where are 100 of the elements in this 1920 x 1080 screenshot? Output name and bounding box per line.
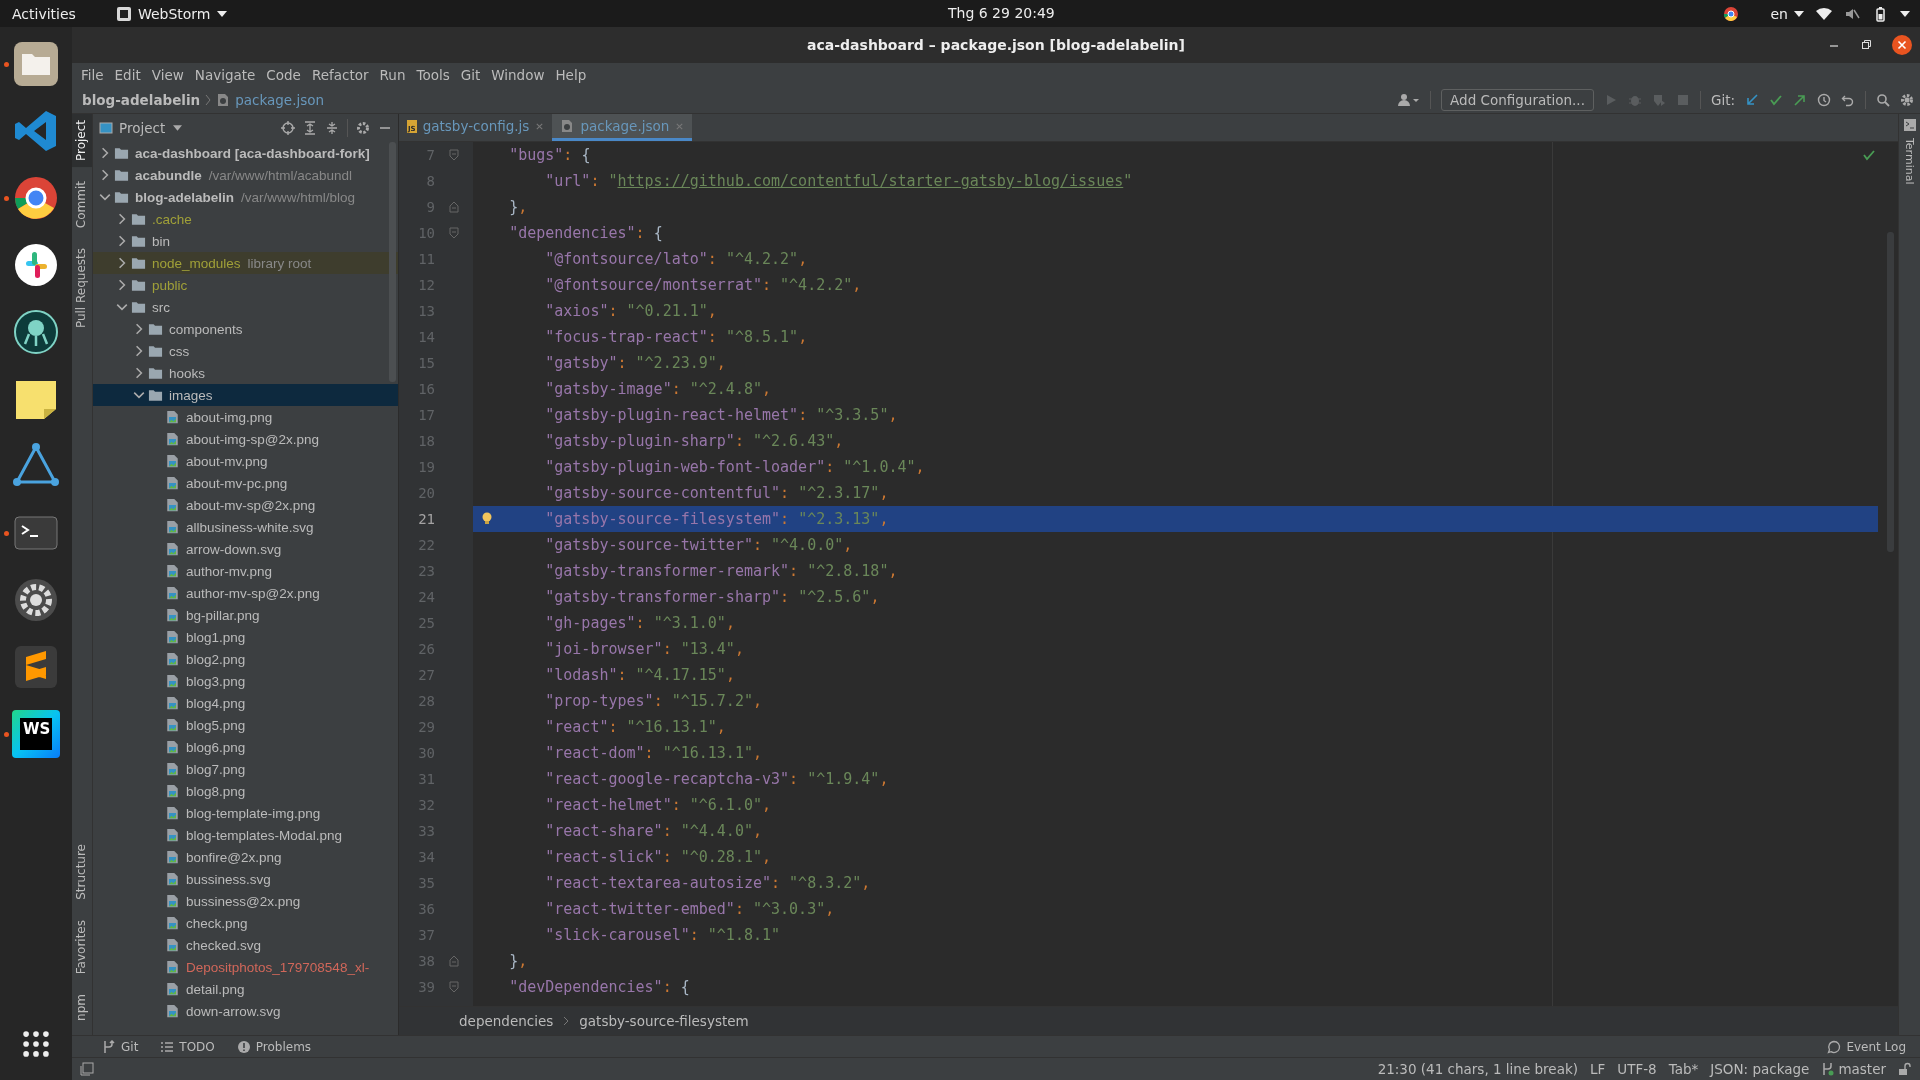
breadcrumb-item[interactable]: package.json	[235, 91, 325, 108]
tool-window-button[interactable]: Git	[102, 1039, 139, 1054]
tree-row[interactable]: src	[93, 296, 398, 318]
tree-row[interactable]: allbusiness-white.svg	[93, 516, 398, 538]
tree-row[interactable]: hooks	[93, 362, 398, 384]
breadcrumb-item[interactable]: dependencies	[459, 1013, 554, 1029]
menu-item[interactable]: Code	[261, 66, 307, 83]
tree-row[interactable]: aca-dashboard [aca-dashboard-fork]	[93, 142, 398, 164]
restore-button[interactable]	[1860, 39, 1872, 51]
tool-window-tab[interactable]: Structure	[72, 838, 92, 906]
event-log-button[interactable]: Event Log	[1827, 1039, 1906, 1054]
menu-item[interactable]: Help	[550, 66, 593, 83]
tree-row[interactable]: bin	[93, 230, 398, 252]
tree-row[interactable]: blog-templates-Modal.png	[93, 824, 398, 846]
settings-icon[interactable]	[1900, 92, 1914, 107]
menu-item[interactable]: File	[76, 66, 110, 83]
menu-item[interactable]: Window	[486, 66, 551, 83]
caret-icon[interactable]	[173, 125, 183, 131]
tree-row[interactable]: author-mv-sp@2x.png	[93, 582, 398, 604]
crosshair-icon[interactable]	[281, 121, 295, 135]
wifi-icon[interactable]	[1816, 5, 1832, 22]
menu-item[interactable]: Edit	[109, 66, 147, 83]
tree-row[interactable]: blog8.png	[93, 780, 398, 802]
tree-row[interactable]: author-mv.png	[93, 560, 398, 582]
tree-row[interactable]: checked.svg	[93, 934, 398, 956]
tree-row[interactable]: blog3.png	[93, 670, 398, 692]
chevron-down-icon[interactable]	[133, 389, 145, 401]
tool-window-tab[interactable]: Favorites	[72, 913, 92, 981]
tool-window-button[interactable]: TODO	[160, 1039, 215, 1054]
tree-row[interactable]: bussiness@2x.png	[93, 890, 398, 912]
tree-row[interactable]: .cache	[93, 208, 398, 230]
tree-row[interactable]: public	[93, 274, 398, 296]
chevron-right-icon[interactable]	[99, 147, 111, 159]
tool-window-button[interactable]: Problems	[236, 1039, 312, 1054]
language-indicator[interactable]: en	[1770, 5, 1788, 22]
tool-window-tab[interactable]: Commit	[72, 175, 92, 235]
clock[interactable]: Thg 6 29 20:49	[948, 5, 1055, 21]
chevron-down-icon[interactable]	[116, 301, 128, 313]
arrow-icon[interactable]	[1793, 92, 1807, 107]
tree-row[interactable]: about-mv-sp@2x.png	[93, 494, 398, 516]
settings-icon[interactable]	[356, 121, 370, 135]
editor-logo-icon[interactable]	[12, 643, 60, 691]
menu-item[interactable]: View	[146, 66, 190, 83]
tool-window-tab[interactable]: Project	[72, 114, 92, 168]
arrow-icon[interactable]	[1745, 92, 1759, 107]
tree-row[interactable]: components	[93, 318, 398, 340]
breadcrumb-item[interactable]: blog-adelabelin	[82, 91, 201, 108]
tree-row[interactable]: blog5.png	[93, 714, 398, 736]
expand-all-icon[interactable]	[303, 121, 317, 135]
tree-row[interactable]: down-arrow.svg	[93, 1000, 398, 1022]
app-menu[interactable]: WebStorm	[115, 5, 227, 22]
chevron-right-icon[interactable]	[116, 213, 128, 225]
browser-logo-icon[interactable]	[12, 174, 60, 222]
search-icon[interactable]	[1876, 92, 1890, 107]
chevron-right-icon[interactable]	[116, 235, 128, 247]
chevron-right-icon[interactable]	[116, 257, 128, 269]
menu-item[interactable]: Refactor	[306, 66, 375, 83]
check-icon[interactable]	[1862, 148, 1876, 162]
menu-item[interactable]: Run	[374, 66, 412, 83]
tree-row[interactable]: bonfire@2x.png	[93, 846, 398, 868]
folder-icon[interactable]	[12, 40, 60, 88]
tree-row[interactable]: css	[93, 340, 398, 362]
tree-row[interactable]: about-img-sp@2x.png	[93, 428, 398, 450]
tree-row[interactable]: arrow-down.svg	[93, 538, 398, 560]
add-configuration-button[interactable]: Add Configuration...	[1441, 88, 1594, 111]
browser-logo-icon[interactable]	[1722, 5, 1739, 22]
scrollbar[interactable]	[389, 142, 396, 382]
status-item[interactable]: 21:30 (41 chars, 1 line break)	[1377, 1061, 1578, 1077]
status-item[interactable]: Tab*	[1668, 1061, 1699, 1077]
tree-row[interactable]: bg-pillar.png	[93, 604, 398, 626]
git-client-icon[interactable]	[12, 308, 60, 356]
tree-row[interactable]: Depositphotos_179708548_xl-	[93, 956, 398, 978]
ide-logo-icon[interactable]: WS	[12, 710, 60, 758]
chevron-right-icon[interactable]	[133, 323, 145, 335]
breadcrumb-item[interactable]: gatsby-source-filesystem	[579, 1013, 749, 1029]
tree-row[interactable]: blog2.png	[93, 648, 398, 670]
chevron-right-icon[interactable]	[133, 345, 145, 357]
user-icon[interactable]	[1398, 92, 1421, 107]
url-link[interactable]: https://github.com/contentful/starter-gatsby-blog/issues	[617, 172, 1124, 190]
tree-row[interactable]: acabundle /var/www/html/acabundl	[93, 164, 398, 186]
tree-row[interactable]: node_modules library root	[93, 252, 398, 274]
status-item[interactable]: UTF-8	[1617, 1061, 1657, 1077]
tree-row[interactable]: detail.png	[93, 978, 398, 1000]
chevron-right-icon[interactable]	[116, 279, 128, 291]
lightbulb-icon[interactable]	[481, 512, 493, 526]
gear-icon[interactable]	[12, 576, 60, 624]
tree-row[interactable]: about-mv-pc.png	[93, 472, 398, 494]
clock-icon[interactable]	[1817, 92, 1831, 107]
tree-row[interactable]: images	[93, 384, 398, 406]
menu-item[interactable]: Navigate	[189, 66, 262, 83]
tree-row[interactable]: about-mv.png	[93, 450, 398, 472]
collapse-all-icon[interactable]	[325, 121, 339, 135]
tree-row[interactable]: check.png	[93, 912, 398, 934]
system-menu-caret-icon[interactable]	[1900, 10, 1910, 17]
tree-row[interactable]: bussiness.svg	[93, 868, 398, 890]
menu-item[interactable]: Tools	[411, 66, 456, 83]
activities-button[interactable]: Activities	[12, 5, 76, 22]
tree-row[interactable]: blog1.png	[93, 626, 398, 648]
tree-row[interactable]: blog7.png	[93, 758, 398, 780]
chevron-right-icon[interactable]	[133, 367, 145, 379]
